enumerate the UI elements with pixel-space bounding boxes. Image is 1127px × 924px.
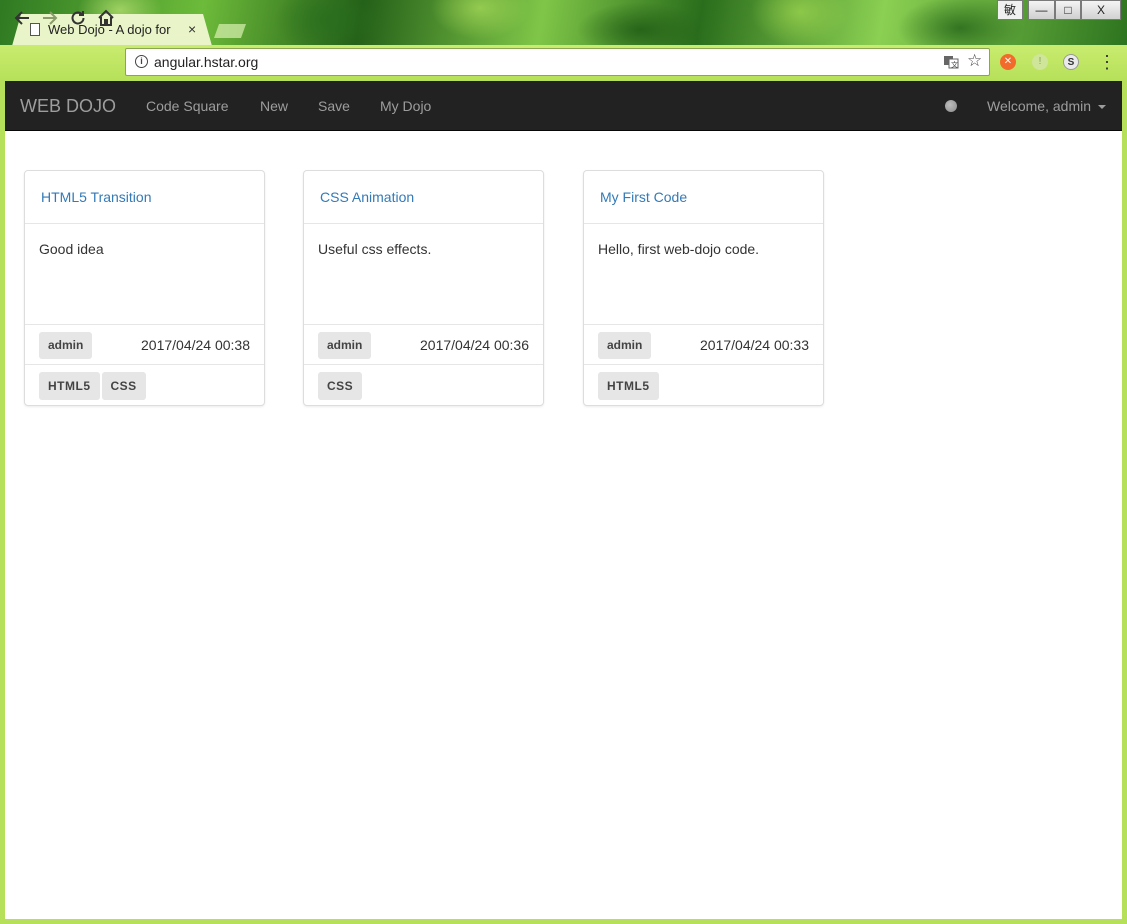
nav-code-square[interactable]: Code Square xyxy=(146,98,229,114)
reload-icon[interactable] xyxy=(67,7,89,29)
extension-icon[interactable]: S xyxy=(1063,54,1079,70)
window-border xyxy=(1122,81,1127,924)
url-text[interactable]: angular.hstar.org xyxy=(154,54,258,70)
card-meta: admin 2017/04/24 00:36 xyxy=(304,324,543,365)
code-card: My First Code Hello, first web-dojo code… xyxy=(583,170,824,406)
tag-badge: CSS xyxy=(318,372,363,400)
card-date: 2017/04/24 00:36 xyxy=(420,337,529,353)
ime-indicator[interactable]: 敏 xyxy=(997,0,1023,20)
site-navbar: WEB DOJO Code Square New Save My Dojo We… xyxy=(5,81,1122,131)
maximize-button[interactable]: □ xyxy=(1055,0,1081,20)
nav-my-dojo[interactable]: My Dojo xyxy=(380,98,431,114)
card-date: 2017/04/24 00:33 xyxy=(700,337,809,353)
back-icon[interactable] xyxy=(11,7,33,29)
star-icon[interactable]: ☆ xyxy=(967,51,982,71)
card-title[interactable]: CSS Animation xyxy=(304,171,543,224)
home-icon[interactable] xyxy=(95,7,117,29)
window-border xyxy=(0,919,1127,924)
tag-list: HTML5 CSS xyxy=(39,372,146,400)
menu-dots-icon[interactable]: ⋮ xyxy=(1098,52,1116,72)
user-menu[interactable]: Welcome, admin xyxy=(987,98,1091,114)
tag-badge: HTML5 xyxy=(39,372,100,400)
code-card: CSS Animation Useful css effects. admin … xyxy=(303,170,544,406)
tab-close-icon[interactable]: × xyxy=(188,21,196,37)
chevron-down-icon[interactable] xyxy=(1098,105,1106,109)
card-description: Good idea xyxy=(39,241,104,257)
author-badge: admin xyxy=(39,332,93,359)
card-title[interactable]: HTML5 Transition xyxy=(25,171,264,224)
address-bar[interactable]: i angular.hstar.org 文 ☆ xyxy=(125,48,990,76)
globe-icon[interactable] xyxy=(945,100,957,112)
nav-save[interactable]: Save xyxy=(318,98,350,114)
author-badge: admin xyxy=(598,332,652,359)
card-date: 2017/04/24 00:38 xyxy=(141,337,250,353)
forward-icon[interactable] xyxy=(39,7,61,29)
card-description: Hello, first web-dojo code. xyxy=(598,241,760,257)
info-icon[interactable]: i xyxy=(135,55,148,68)
tag-list: HTML5 xyxy=(598,372,659,400)
card-description: Useful css effects. xyxy=(318,241,432,257)
nav-new[interactable]: New xyxy=(260,98,288,114)
brand-logo[interactable]: WEB DOJO xyxy=(20,96,116,117)
svg-text:文: 文 xyxy=(951,60,958,69)
tag-badge: HTML5 xyxy=(598,372,659,400)
code-card: HTML5 Transition Good idea admin 2017/04… xyxy=(24,170,265,406)
card-title[interactable]: My First Code xyxy=(584,171,823,224)
author-badge: admin xyxy=(318,332,372,359)
minimize-button[interactable]: — xyxy=(1028,0,1055,20)
card-meta: admin 2017/04/24 00:38 xyxy=(25,324,264,365)
tag-list: CSS xyxy=(318,372,363,400)
new-tab-button[interactable] xyxy=(214,24,246,38)
close-window-button[interactable]: X xyxy=(1081,0,1121,20)
translate-icon[interactable]: 文 xyxy=(943,54,959,70)
tag-badge: CSS xyxy=(101,372,146,400)
window-border xyxy=(0,81,5,924)
extension-icon[interactable]: ✕ xyxy=(1000,54,1016,70)
extension-icon[interactable]: ! xyxy=(1032,54,1048,70)
card-meta: admin 2017/04/24 00:33 xyxy=(584,324,823,365)
